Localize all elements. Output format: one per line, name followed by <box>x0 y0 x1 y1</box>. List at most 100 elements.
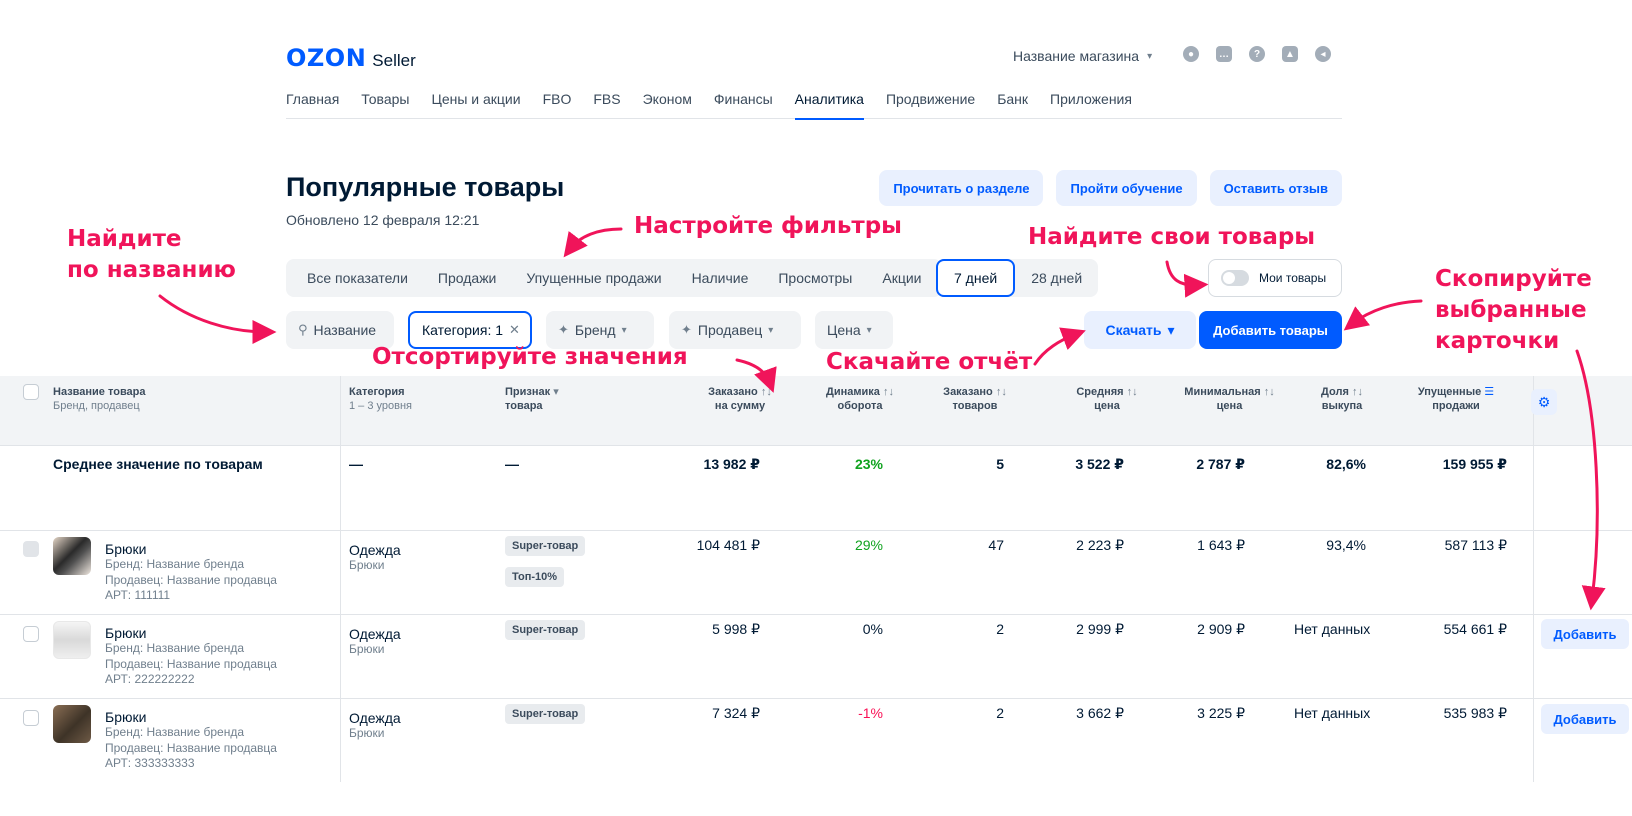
store-selector[interactable]: Название магазина ▾ <box>1013 48 1152 64</box>
page-title: Популярные товары <box>286 172 565 202</box>
nav-item-prices[interactable]: Цены и акции <box>431 86 520 119</box>
lost-sales: 587 113 ₽ <box>1444 537 1507 553</box>
column-header-ordered-qty[interactable]: Заказано ↑↓ товаров <box>925 385 1025 413</box>
tab-sales[interactable]: Продажи <box>423 270 511 286</box>
sort-icon: ↑↓ <box>1351 386 1363 398</box>
buyout: 93,4% <box>1326 537 1366 553</box>
logo-ozon-text: OZON <box>286 44 367 72</box>
product-brand: Бренд: Название бренда <box>105 557 245 571</box>
nav-item-apps[interactable]: Приложения <box>1050 86 1132 119</box>
announce-icon[interactable]: ◂ <box>1315 46 1331 62</box>
average-lost-sales: 159 955 ₽ <box>1442 456 1507 472</box>
average-ordered-qty: 5 <box>996 456 1004 472</box>
nav-item-home[interactable]: Главная <box>286 86 339 119</box>
average-feature: — <box>505 456 519 472</box>
nav-item-finance[interactable]: Финансы <box>714 86 773 119</box>
nav-item-econom[interactable]: Эконом <box>643 86 692 119</box>
ordered-sum: 104 481 ₽ <box>696 537 760 553</box>
ozon-seller-logo[interactable]: OZON Seller <box>286 44 416 72</box>
my-products-label: Мои товары <box>1259 271 1327 285</box>
nav-item-bank[interactable]: Банк <box>997 86 1028 119</box>
help-icon[interactable]: ? <box>1249 46 1265 62</box>
column-header-ordered-sum[interactable]: Заказано ↑↓ на сумму <box>690 385 790 413</box>
add-button[interactable]: Добавить <box>1541 619 1629 649</box>
product-brand: Бренд: Название бренда <box>105 725 245 739</box>
average-min-price: 2 787 ₽ <box>1196 456 1245 472</box>
my-products-toggle[interactable]: Мои товары <box>1208 259 1342 297</box>
row-checkbox[interactable] <box>23 710 39 726</box>
column-header-avg-price[interactable]: Средняя ↑↓ цена <box>1057 385 1157 413</box>
product-name[interactable]: Брюки <box>105 541 277 557</box>
column-header-lost-sales[interactable]: Упущенные ☰ продажи <box>1406 385 1506 413</box>
chevron-down-icon: ▾ <box>621 324 627 336</box>
nav-item-analytics[interactable]: Аналитика <box>794 86 865 120</box>
product-category: Одежда Брюки <box>349 710 401 740</box>
chat-icon[interactable]: … <box>1216 46 1232 62</box>
avg-price: 3 662 ₽ <box>1076 705 1124 721</box>
close-icon[interactable]: ✕ <box>509 322 520 338</box>
column-header-buyout[interactable]: Доля ↑↓ выкупа <box>1292 385 1392 413</box>
nav-item-products[interactable]: Товары <box>361 86 409 119</box>
seller-filter-label: Продавец <box>697 322 763 338</box>
column-header-category[interactable]: Категория 1 – 3 уровня <box>349 385 412 413</box>
chevron-down-icon: ▾ <box>1167 321 1175 338</box>
lost-sales: 535 983 ₽ <box>1443 705 1507 721</box>
price-filter[interactable]: Цена ▾ <box>815 311 893 349</box>
logo-seller-text: Seller <box>372 51 416 70</box>
product-sku: АРТ: 333333333 <box>105 756 195 770</box>
arrow-to-download <box>1033 327 1086 366</box>
feedback-button[interactable]: Оставить отзыв <box>1209 170 1342 206</box>
ordered-sum: 7 324 ₽ <box>712 705 760 721</box>
annotation-sort: Отсортируйте значения <box>372 344 688 370</box>
product-seller: Продавец: Название продавца <box>105 656 277 671</box>
read-about-button[interactable]: Прочитать о разделе <box>879 170 1044 206</box>
column-header-min-price[interactable]: Минимальная ↑↓ цена <box>1162 385 1297 413</box>
product-name[interactable]: Брюки <box>105 709 277 725</box>
product-brand: Бренд: Название бренда <box>105 641 245 655</box>
arrow-to-search <box>158 294 277 344</box>
product-thumbnail[interactable] <box>53 621 91 659</box>
price-filter-label: Цена <box>827 322 861 338</box>
product-thumbnail[interactable] <box>53 537 91 575</box>
select-all-checkbox[interactable] <box>23 384 39 400</box>
nav-item-promotion[interactable]: Продвижение <box>886 86 975 119</box>
min-price: 2 909 ₽ <box>1197 621 1245 637</box>
user-icon[interactable]: ● <box>1183 46 1199 62</box>
add-button[interactable]: Добавить <box>1541 704 1629 734</box>
product-name[interactable]: Брюки <box>105 625 277 641</box>
average-avg-price: 3 522 ₽ <box>1075 456 1124 472</box>
tab-availability[interactable]: Наличие <box>677 270 764 286</box>
period-28-days[interactable]: 28 дней <box>1015 259 1098 297</box>
ordered-sum: 5 998 ₽ <box>712 621 760 637</box>
row-checkbox[interactable] <box>23 626 39 642</box>
tab-views[interactable]: Просмотры <box>763 270 867 286</box>
nav-item-fbs[interactable]: FBS <box>593 86 620 119</box>
search-placeholder: Название <box>313 322 377 338</box>
super-product-badge: Super-товар <box>505 620 586 640</box>
gear-icon[interactable]: ⚙ <box>1531 389 1557 415</box>
education-icon[interactable]: ▲ <box>1282 46 1298 62</box>
lost-sales: 554 661 ₽ <box>1443 621 1507 637</box>
annotation-find-own: Найдите свои товары <box>1028 224 1316 250</box>
dynamics: 0% <box>862 621 883 637</box>
average-category: — <box>349 456 363 472</box>
average-buyout: 82,6% <box>1326 456 1366 472</box>
buyout: Нет данных <box>1294 705 1371 721</box>
nav-item-fbo[interactable]: FBO <box>543 86 572 119</box>
tab-all-metrics[interactable]: Все показатели <box>292 270 423 286</box>
toggle-switch[interactable] <box>1221 270 1249 286</box>
tab-lost-sales[interactable]: Упущенные продажи <box>511 270 676 286</box>
column-header-name[interactable]: Название товара Бренд, продавец <box>53 385 146 413</box>
add-products-button[interactable]: Добавить товары <box>1199 311 1342 349</box>
tab-promos[interactable]: Акции <box>867 270 936 286</box>
learn-button[interactable]: Пройти обучение <box>1056 170 1197 206</box>
sort-icon: ↑↓ <box>1263 386 1275 398</box>
product-thumbnail[interactable] <box>53 705 91 743</box>
period-7-days[interactable]: 7 дней <box>936 259 1016 297</box>
page-actions: Прочитать о разделе Пройти обучение Оста… <box>879 170 1342 206</box>
column-header-dynamics[interactable]: Динамика ↑↓ оборота <box>810 385 910 413</box>
seller-filter[interactable]: ✦ Продавец ▾ <box>669 311 801 349</box>
chevron-down-icon: ▾ <box>866 324 872 336</box>
download-button[interactable]: Скачать ▾ <box>1084 311 1196 349</box>
column-header-feature[interactable]: Признак ▾ товара <box>505 385 559 413</box>
